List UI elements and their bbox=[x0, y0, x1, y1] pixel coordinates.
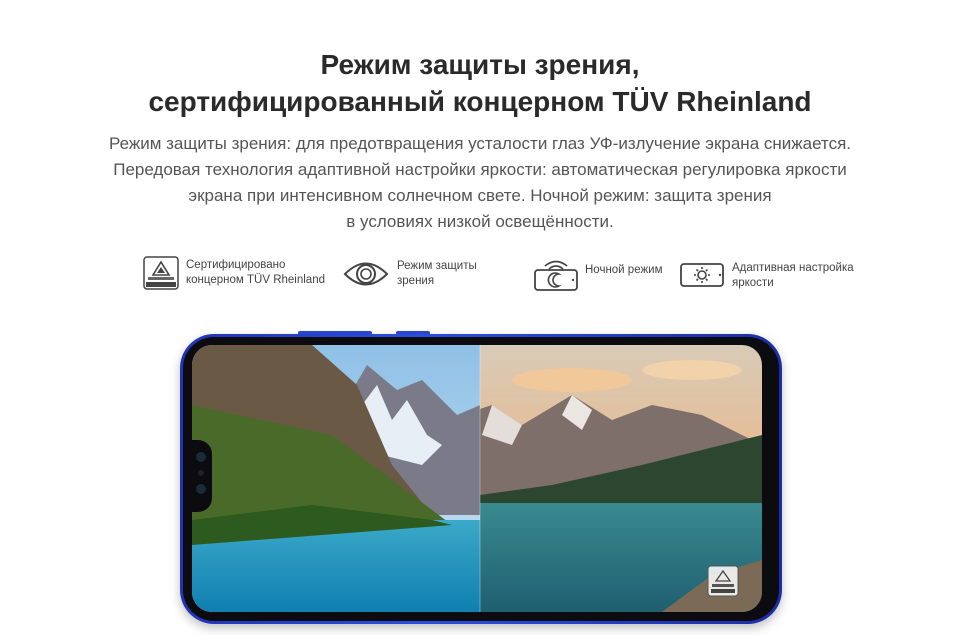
feature-tuv-label1: Сертифицировано bbox=[186, 259, 286, 271]
page-title-line2: сертифицированный концерном TÜV Rheinlan… bbox=[148, 86, 812, 117]
feature-tuv-label2: концерном TÜV Rheinland bbox=[186, 274, 325, 286]
description-line4: в условиях низкой освещённости. bbox=[346, 212, 614, 231]
eye-icon bbox=[343, 262, 389, 286]
feature-night: Ночной режим bbox=[533, 256, 663, 292]
description-line3: экрана при интенсивном солнечном свете. … bbox=[188, 186, 772, 205]
page-title-line1: Режим защиты зрения, bbox=[320, 49, 640, 80]
feature-night-label1: Ночной режим bbox=[585, 263, 663, 276]
feature-brightness: Адаптивная настройка яркости bbox=[680, 261, 854, 291]
sensor-icon bbox=[198, 470, 204, 476]
tuv-certificate-icon bbox=[143, 256, 179, 290]
feature-brightness-label2: яркости bbox=[732, 277, 774, 289]
landscape-image bbox=[192, 345, 762, 612]
night-mode-icon bbox=[534, 260, 578, 291]
description-line2: Передовая технология адаптивной настройк… bbox=[113, 160, 847, 179]
feature-eye-label1: Режим защиты bbox=[397, 260, 477, 272]
camera-notch bbox=[192, 440, 212, 512]
brightness-icon bbox=[680, 263, 724, 287]
front-camera-2-icon bbox=[196, 484, 206, 494]
screen-tuv-badge bbox=[707, 565, 739, 597]
feature-eye: Режим защиты зрения bbox=[343, 257, 477, 291]
feature-eye-label2: зрения bbox=[397, 275, 435, 287]
description-line1: Режим защиты зрения: для предотвращения … bbox=[108, 134, 851, 153]
front-camera-icon bbox=[196, 452, 206, 462]
phone-screen bbox=[192, 345, 762, 612]
feature-brightness-label1: Адаптивная настройка bbox=[732, 262, 854, 274]
feature-tuv: Сертифицировано концерном TÜV Rheinland bbox=[143, 256, 325, 290]
